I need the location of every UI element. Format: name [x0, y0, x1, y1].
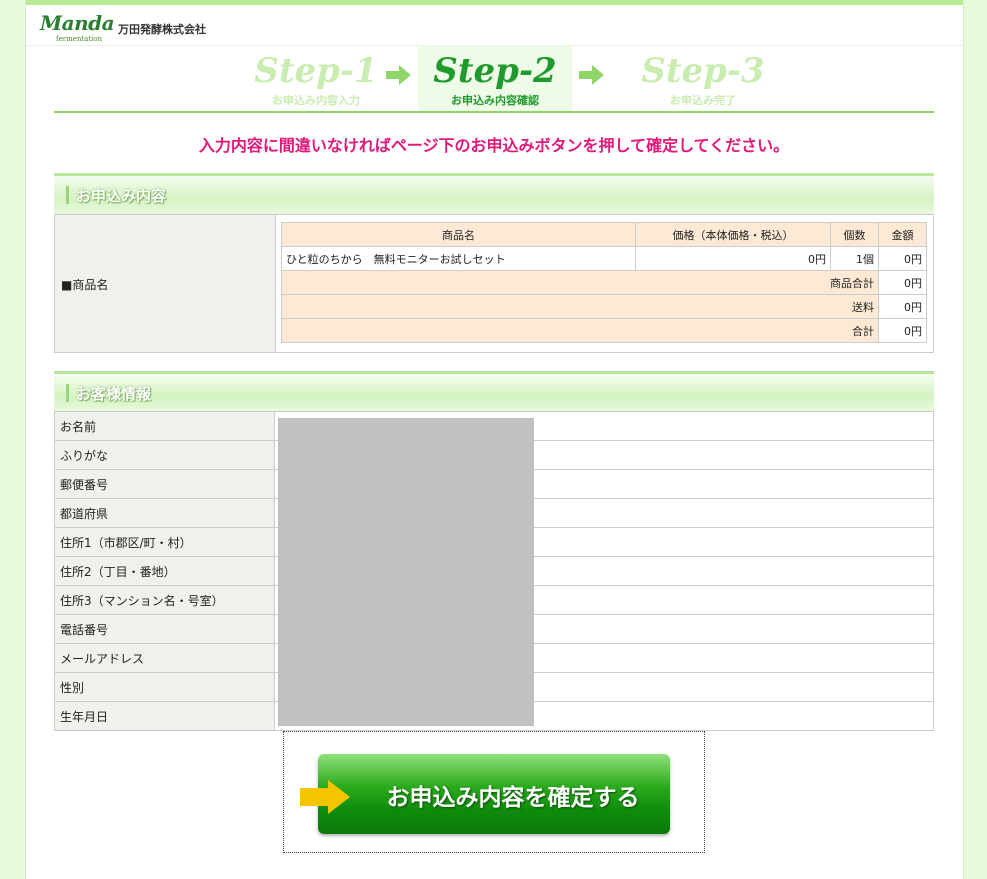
total-value: 0円: [878, 318, 927, 343]
arrow-right-icon: [300, 780, 352, 814]
col-product: 商品名: [281, 222, 636, 247]
field-email: メールアドレス: [54, 643, 275, 673]
field-phone: 電話番号: [54, 614, 275, 644]
step-3-sub: お申込み完了: [670, 94, 736, 107]
total-label: 合計: [281, 318, 879, 343]
col-price: 価格（本体価格・税込）: [635, 222, 831, 247]
customer-section-header: お客様情報: [54, 371, 934, 412]
product-label: ■商品名: [61, 278, 109, 292]
subtotal-value: 0円: [878, 270, 927, 295]
step-1: Step-1 お申込み内容入力: [241, 45, 391, 111]
step-3: Step-3 お申込み完了: [633, 45, 773, 111]
order-section-header: お申込み内容: [54, 173, 934, 214]
shipping-value: 0円: [878, 294, 927, 319]
step-3-title: Step-3: [641, 51, 765, 91]
order-box: ■商品名 商品名 価格（本体価格・税込） 個数 金額 ひと粒のちから 無料モニタ…: [54, 214, 934, 353]
section-bar: [66, 384, 69, 402]
step-indicator: Step-1 お申込み内容入力 Step-2 お申込み内容確認 Step-3 お…: [221, 45, 765, 111]
step-arrow-icon: [579, 65, 605, 85]
item-price: 0円: [635, 246, 831, 271]
field-address3: 住所3（マンション名・号室）: [54, 585, 275, 615]
shipping-label: 送料: [281, 294, 879, 319]
col-amount: 金額: [878, 222, 927, 247]
redacted-area: [278, 418, 534, 726]
item-amount: 0円: [878, 246, 927, 271]
shipping-row: 送料 0円: [281, 294, 927, 319]
table-header-row: 商品名 価格（本体価格・税込） 個数 金額: [281, 222, 927, 247]
step-1-sub: お申込み内容入力: [272, 94, 360, 107]
field-furigana: ふりがな: [54, 440, 275, 470]
subtotal-label: 商品合計: [281, 270, 879, 295]
item-qty: 1個: [830, 246, 879, 271]
field-gender: 性別: [54, 672, 275, 702]
divider: [54, 111, 934, 113]
step-arrow-icon: [386, 65, 412, 85]
order-section-title: お申込み内容: [76, 187, 167, 205]
field-prefecture: 都道府県: [54, 498, 275, 528]
section-bar: [66, 186, 69, 204]
confirm-order-button[interactable]: お申込み内容を確定する: [300, 754, 670, 834]
field-postal: 郵便番号: [54, 469, 275, 499]
header: Manda fermentation 万田発酵株式会社: [26, 5, 963, 46]
field-address2: 住所2（丁目・番地）: [54, 556, 275, 586]
table-row: ひと粒のちから 無料モニターお試しセット 0円 1個 0円: [281, 246, 927, 271]
step-2-sub: お申込み内容確認: [451, 94, 539, 107]
logo-main: Manda: [40, 11, 115, 35]
step-2-active: Step-2 お申込み内容確認: [418, 45, 572, 111]
customer-section-title: お客様情報: [76, 385, 152, 403]
logo-sub: fermentation: [56, 35, 103, 43]
submit-button-focus-box: お申込み内容を確定する: [283, 731, 705, 853]
step-2-title: Step-2: [433, 51, 557, 91]
field-birthdate: 生年月日: [54, 701, 275, 731]
col-qty: 個数: [830, 222, 879, 247]
field-address1: 住所1（市郡区/町・村）: [54, 527, 275, 557]
logo[interactable]: Manda fermentation: [38, 11, 115, 47]
step-1-title: Step-1: [254, 51, 378, 91]
order-items-table: 商品名 価格（本体価格・税込） 個数 金額 ひと粒のちから 無料モニターお試しセ…: [281, 222, 927, 343]
confirm-notice: 入力内容に間違いなければページ下のお申込みボタンを押して確定してください。: [198, 136, 790, 155]
product-label-cell: ■商品名: [55, 215, 276, 352]
total-row: 合計 0円: [281, 318, 927, 343]
company-name: 万田発酵株式会社: [118, 23, 206, 36]
item-name: ひと粒のちから 無料モニターお試しセット: [281, 246, 636, 271]
subtotal-row: 商品合計 0円: [281, 270, 927, 295]
confirm-order-label: お申込み内容を確定する: [386, 785, 640, 811]
field-name: お名前: [54, 411, 275, 441]
